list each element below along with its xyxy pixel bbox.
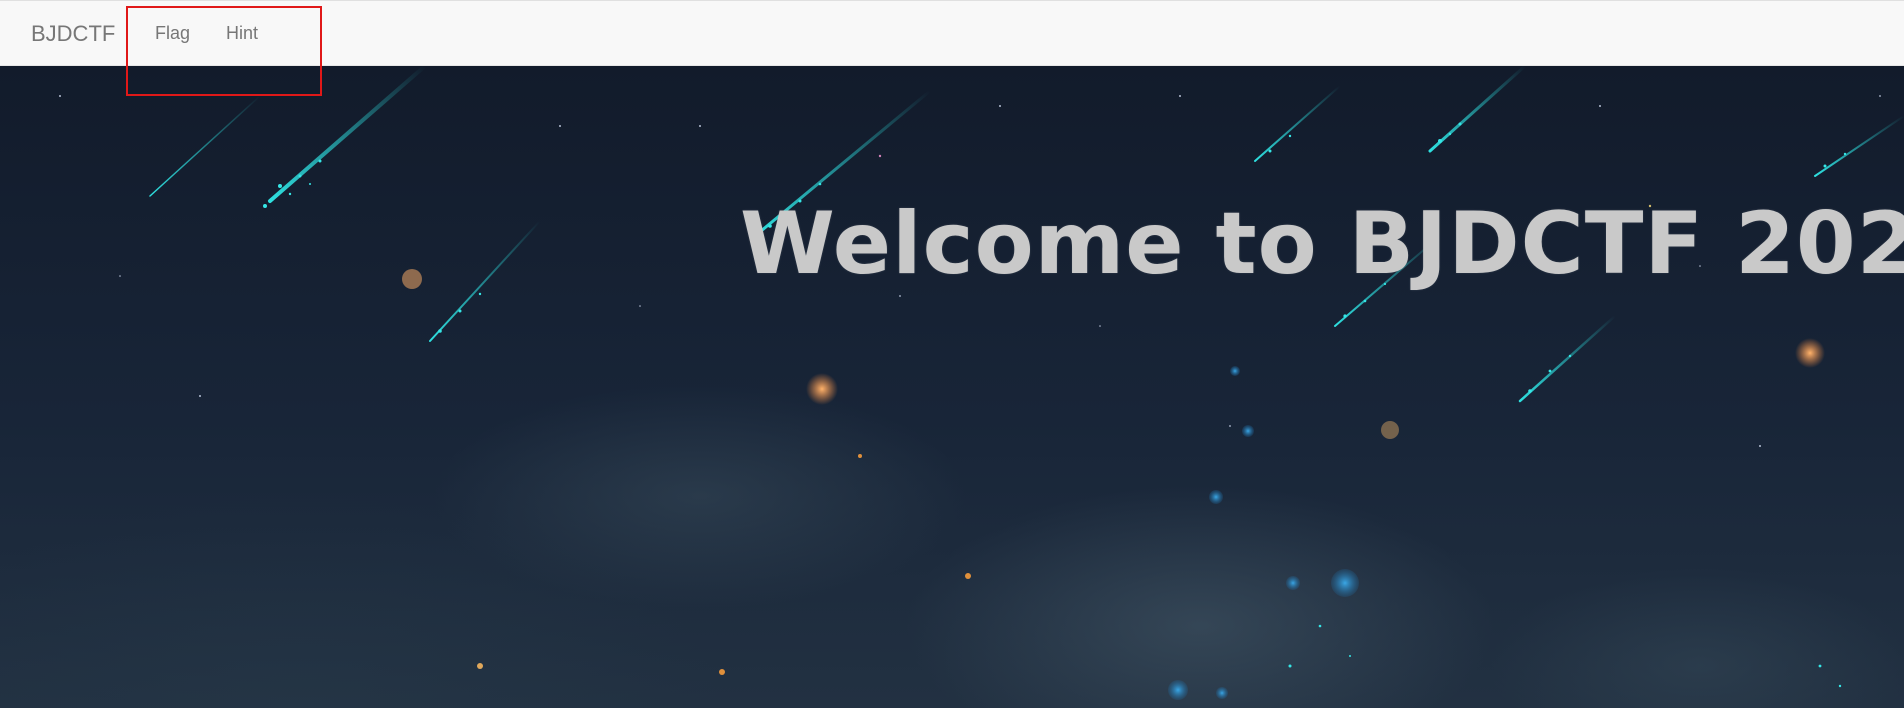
nav-link-flag[interactable]: Flag	[155, 23, 190, 44]
brand-link[interactable]: BJDCTF	[31, 21, 115, 47]
nav-link-hint[interactable]: Hint	[226, 23, 258, 44]
bokeh-lights	[402, 269, 1825, 700]
navbar: BJDCTF Flag Hint	[0, 0, 1904, 66]
hero-banner: Welcome to BJDCTF 2020	[0, 66, 1904, 708]
starry-sky-background	[59, 66, 1904, 700]
hero-headline: Welcome to BJDCTF 2020	[740, 194, 1904, 294]
